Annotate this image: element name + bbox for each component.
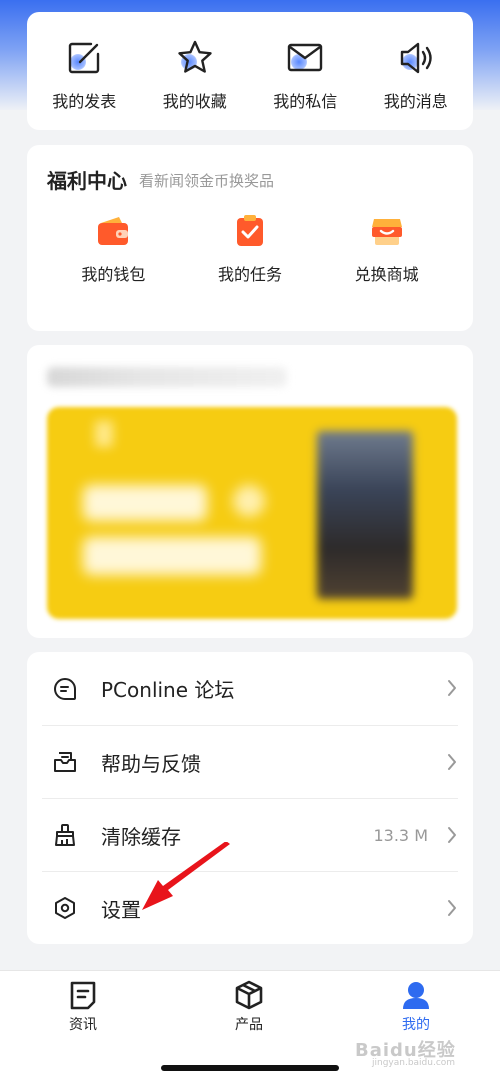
help-feedback-icon [52, 749, 78, 775]
settings-hexagon-icon [52, 895, 78, 921]
settings-row[interactable]: 设置 [42, 871, 458, 944]
news-icon [70, 981, 96, 1010]
chevron-right-icon [448, 900, 456, 916]
row-label: 设置 [101, 897, 141, 922]
row-label: 帮助与反馈 [101, 751, 201, 776]
watermark-subtext: jingyan.baidu.com [372, 1058, 456, 1068]
welfare-subtitle: 看新闻领金币换奖品 [139, 172, 275, 190]
home-indicator [161, 1065, 339, 1071]
my-tasks-button[interactable]: 我的任务 [190, 213, 310, 285]
promo-poster-image [317, 431, 413, 599]
row-label: PConline 论坛 [101, 678, 235, 702]
my-messages-private-button[interactable]: 我的私信 [250, 12, 361, 130]
profile-icon [403, 982, 429, 1009]
chevron-right-icon [448, 827, 456, 843]
settings-list-card: PConline 论坛 帮助与反馈 清除缓存 13.3 M 设置 [27, 652, 473, 944]
tab-products[interactable]: 产品 [199, 979, 299, 1034]
welfare-item-label: 我的钱包 [81, 265, 146, 284]
quick-action-label: 我的消息 [383, 92, 448, 111]
speaker-icon [396, 38, 436, 78]
quick-action-label: 我的私信 [273, 92, 338, 111]
promo-banner-image[interactable] [47, 407, 457, 619]
my-favorites-button[interactable]: 我的收藏 [140, 12, 251, 130]
tab-profile[interactable]: 我的 [366, 979, 466, 1034]
tab-label: 产品 [235, 1017, 263, 1033]
star-icon [175, 38, 215, 78]
edit-icon [64, 38, 104, 78]
product-box-icon [235, 980, 263, 1010]
clear-cache-row[interactable]: 清除缓存 13.3 M [42, 798, 458, 871]
chevron-right-icon [448, 680, 456, 696]
exchange-store-button[interactable]: 兑换商城 [327, 213, 447, 285]
tab-news[interactable]: 资讯 [33, 979, 133, 1034]
cache-size-value: 13.3 M [373, 825, 428, 845]
my-wallet-button[interactable]: 我的钱包 [53, 213, 173, 285]
mail-icon [285, 38, 325, 78]
chevron-right-icon [448, 754, 456, 770]
annotation-arrow-icon [142, 842, 230, 910]
tab-label: 我的 [402, 1017, 430, 1033]
task-clipboard-icon [236, 215, 263, 246]
quick-action-label: 我的收藏 [162, 92, 227, 111]
promo-banner-card[interactable] [27, 345, 473, 638]
wallet-icon [98, 217, 129, 245]
store-icon [371, 219, 402, 245]
forum-row[interactable]: PConline 论坛 [42, 652, 458, 725]
blurred-promo-title [47, 367, 287, 387]
welfare-center-card: 福利中心 看新闻领金币换奖品 我的钱包 我的任务 兑换商城 [27, 145, 473, 331]
quick-action-label: 我的发表 [52, 92, 117, 111]
my-notifications-button[interactable]: 我的消息 [361, 12, 472, 130]
welfare-title: 福利中心 [47, 169, 127, 193]
broom-icon [52, 822, 78, 848]
my-posts-button[interactable]: 我的发表 [29, 12, 140, 130]
forum-chat-icon [52, 676, 78, 702]
help-feedback-row[interactable]: 帮助与反馈 [42, 725, 458, 798]
tab-label: 资讯 [69, 1017, 97, 1033]
welfare-item-label: 我的任务 [217, 265, 282, 284]
welfare-item-label: 兑换商城 [354, 265, 419, 284]
quick-actions-card: 我的发表 我的收藏 我的私信 我的消息 [27, 12, 473, 130]
